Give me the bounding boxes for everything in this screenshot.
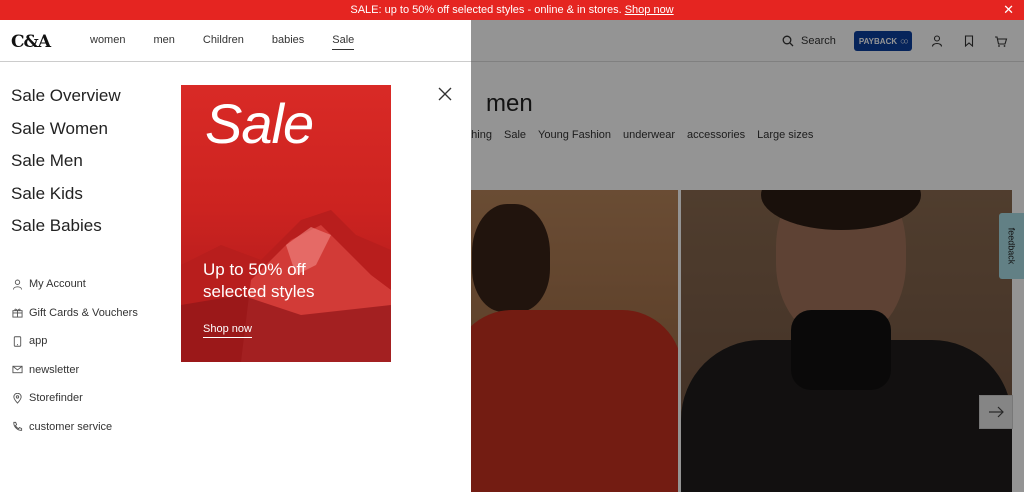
banner-headline: Sale bbox=[205, 92, 314, 155]
util-link-label: Gift Cards & Vouchers bbox=[29, 306, 138, 319]
util-link-label: app bbox=[29, 335, 48, 348]
banner-line1: Up to 50% off bbox=[203, 260, 306, 279]
promo-text: SALE: up to 50% off selected styles - on… bbox=[350, 4, 622, 16]
overlay-backdrop[interactable] bbox=[471, 20, 1024, 492]
customer-service-link[interactable]: customer service bbox=[11, 413, 138, 442]
nav-item-children[interactable]: Children bbox=[203, 34, 244, 50]
util-link-label: newsletter bbox=[29, 363, 80, 376]
gift-cards-link[interactable]: Gift Cards & Vouchers bbox=[11, 299, 138, 328]
util-link-label: customer service bbox=[29, 420, 113, 433]
location-pin-icon bbox=[11, 392, 23, 404]
promo-close-icon[interactable]: ✕ bbox=[1003, 0, 1014, 20]
close-menu-icon[interactable] bbox=[437, 86, 453, 102]
util-link-label: My Account bbox=[29, 278, 86, 291]
sale-women-link[interactable]: Sale Women bbox=[11, 117, 121, 150]
nav-item-babies[interactable]: babies bbox=[272, 34, 304, 50]
banner-subtitle: Up to 50% off selected styles bbox=[203, 259, 315, 303]
mail-icon bbox=[11, 364, 23, 376]
storefinder-link[interactable]: Storefinder bbox=[11, 384, 138, 413]
nav-item-women[interactable]: women bbox=[90, 34, 125, 50]
promo-shop-now-link[interactable]: Shop now bbox=[625, 4, 674, 16]
my-account-link[interactable]: My Account bbox=[11, 270, 138, 299]
sale-promo-banner[interactable]: Sale Up to 50% off selected styles Shop … bbox=[181, 85, 391, 362]
app-link[interactable]: app bbox=[11, 327, 138, 356]
nav-item-sale[interactable]: Sale bbox=[332, 34, 355, 50]
sale-links-list: Sale Overview Sale Women Sale Men Sale K… bbox=[11, 84, 121, 247]
util-link-label: Storefinder bbox=[29, 392, 83, 405]
telephone-icon bbox=[11, 421, 23, 433]
nav-item-men[interactable]: men bbox=[153, 34, 174, 50]
promo-bar: SALE: up to 50% off selected styles - on… bbox=[0, 0, 1024, 20]
phone-icon bbox=[11, 335, 23, 347]
nav-items: women men Children babies Sale bbox=[90, 34, 355, 50]
sale-kids-link[interactable]: Sale Kids bbox=[11, 182, 121, 215]
gift-icon bbox=[11, 307, 23, 319]
sale-overview-link[interactable]: Sale Overview bbox=[11, 84, 121, 117]
sale-babies-link[interactable]: Sale Babies bbox=[11, 214, 121, 247]
banner-line2: selected styles bbox=[203, 282, 315, 301]
logo[interactable]: C&A bbox=[11, 32, 51, 52]
utility-links: My Account Gift Cards & Vouchers app new… bbox=[11, 270, 138, 441]
sale-men-link[interactable]: Sale Men bbox=[11, 149, 121, 182]
person-icon bbox=[11, 278, 23, 290]
banner-shop-now-link[interactable]: Shop now bbox=[203, 323, 252, 338]
newsletter-link[interactable]: newsletter bbox=[11, 356, 138, 385]
mega-menu-panel: C&A women men Children babies Sale Sale … bbox=[0, 20, 471, 492]
main-nav: C&A women men Children babies Sale bbox=[0, 20, 471, 62]
